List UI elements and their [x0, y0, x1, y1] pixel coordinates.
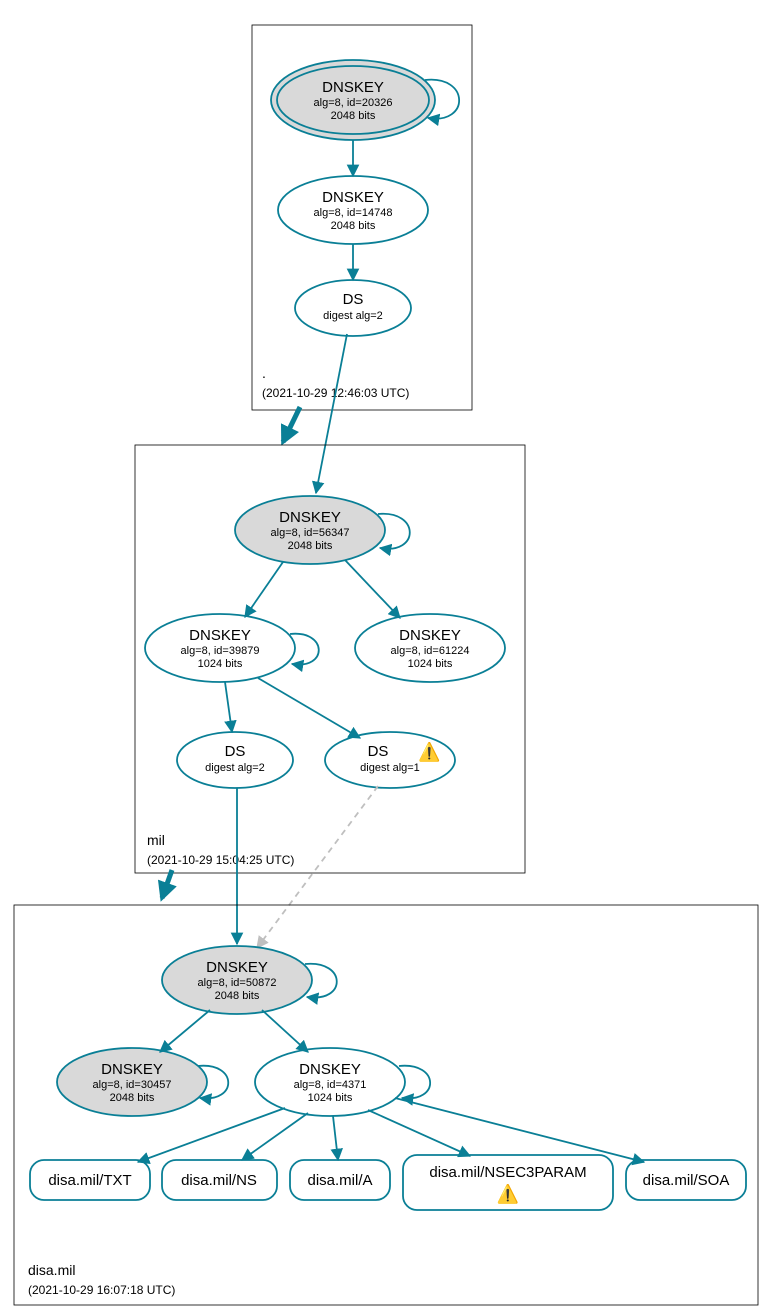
svg-text:DNSKEY: DNSKEY — [322, 79, 384, 96]
node-root-ksk: DNSKEY alg=8, id=20326 2048 bits — [271, 60, 435, 140]
svg-text:1024 bits: 1024 bits — [308, 1092, 353, 1104]
svg-text:DNSKEY: DNSKEY — [189, 627, 251, 644]
svg-text:DS: DS — [368, 743, 389, 760]
node-disa-zsk: DNSKEY alg=8, id=4371 1024 bits — [255, 1048, 405, 1116]
svg-text:DNSKEY: DNSKEY — [299, 1061, 361, 1078]
node-disa-ksk2: DNSKEY alg=8, id=30457 2048 bits — [57, 1048, 207, 1116]
edge-mil-ksk-to-zsk-a — [245, 562, 283, 617]
edge-disa-zsk-to-nsec3 — [368, 1110, 470, 1156]
svg-text:digest alg=1: digest alg=1 — [360, 762, 420, 774]
zone-disa-timestamp: (2021-10-29 16:07:18 UTC) — [28, 1283, 175, 1297]
svg-text:2048 bits: 2048 bits — [331, 220, 376, 232]
svg-text:alg=8, id=30457: alg=8, id=30457 — [93, 1079, 172, 1091]
zone-disa-name: disa.mil — [28, 1262, 75, 1278]
svg-text:DNSKEY: DNSKEY — [322, 189, 384, 206]
edge-root-to-mil-zone — [283, 407, 300, 442]
svg-text:DS: DS — [343, 291, 364, 308]
edge-mil-ksk-to-zsk-b — [345, 560, 400, 618]
edge-mil-to-disa-zone — [162, 870, 172, 898]
svg-text:disa.mil/A: disa.mil/A — [307, 1172, 372, 1189]
node-disa-ksk: DNSKEY alg=8, id=50872 2048 bits — [162, 946, 312, 1014]
node-mil-ds-a: DS digest alg=2 — [177, 732, 293, 788]
svg-text:1024 bits: 1024 bits — [198, 658, 243, 670]
edge-disa-zsk-to-a — [333, 1116, 338, 1160]
node-mil-zsk-a: DNSKEY alg=8, id=39879 1024 bits — [145, 614, 295, 682]
edge-mil-zsk-a-to-ds-a — [225, 682, 232, 732]
svg-text:DS: DS — [225, 743, 246, 760]
dnssec-chain-diagram: . (2021-10-29 12:46:03 UTC) DNSKEY alg=8… — [0, 0, 772, 1308]
svg-text:digest alg=2: digest alg=2 — [205, 762, 265, 774]
svg-text:alg=8, id=56347: alg=8, id=56347 — [271, 527, 350, 539]
edge-disa-zsk-to-txt — [138, 1108, 285, 1162]
zone-mil-timestamp: (2021-10-29 15:04:25 UTC) — [147, 853, 294, 867]
svg-text:alg=8, id=14748: alg=8, id=14748 — [314, 207, 393, 219]
svg-text:alg=8, id=4371: alg=8, id=4371 — [294, 1079, 367, 1091]
edge-disa-ksk-to-ksk2 — [160, 1010, 210, 1052]
node-mil-zsk-b: DNSKEY alg=8, id=61224 1024 bits — [355, 614, 505, 682]
svg-text:alg=8, id=50872: alg=8, id=50872 — [198, 977, 277, 989]
rrset-disa-nsec3param: disa.mil/NSEC3PARAM ⚠️ — [403, 1155, 613, 1210]
warning-icon: ⚠️ — [497, 1183, 519, 1204]
svg-text:alg=8, id=39879: alg=8, id=39879 — [181, 645, 260, 657]
svg-text:digest alg=2: digest alg=2 — [323, 310, 383, 322]
node-root-zsk: DNSKEY alg=8, id=14748 2048 bits — [278, 176, 428, 244]
svg-text:disa.mil/NS: disa.mil/NS — [181, 1172, 257, 1189]
rrset-disa-a: disa.mil/A — [290, 1160, 390, 1200]
svg-text:DNSKEY: DNSKEY — [101, 1061, 163, 1078]
rrset-disa-soa: disa.mil/SOA — [626, 1160, 746, 1200]
node-mil-ds-b: DS digest alg=1 ⚠️ — [325, 732, 455, 788]
warning-icon: ⚠️ — [418, 741, 440, 762]
edge-root-ds-to-mil-ksk — [316, 334, 347, 493]
svg-text:2048 bits: 2048 bits — [288, 540, 333, 552]
svg-text:disa.mil/NSEC3PARAM: disa.mil/NSEC3PARAM — [429, 1164, 586, 1181]
zone-mil-name: mil — [147, 832, 165, 848]
svg-text:DNSKEY: DNSKEY — [279, 509, 341, 526]
node-root-ds: DS digest alg=2 — [295, 280, 411, 336]
svg-text:DNSKEY: DNSKEY — [399, 627, 461, 644]
rrset-disa-ns: disa.mil/NS — [162, 1160, 277, 1200]
edge-disa-ksk-to-zsk — [262, 1010, 308, 1052]
svg-text:1024 bits: 1024 bits — [408, 658, 453, 670]
svg-text:disa.mil/SOA: disa.mil/SOA — [643, 1172, 730, 1189]
edge-mil-zsk-a-to-ds-b — [258, 678, 360, 738]
edge-disa-zsk-to-soa — [395, 1098, 644, 1162]
svg-text:DNSKEY: DNSKEY — [206, 959, 268, 976]
rrset-disa-txt: disa.mil/TXT — [30, 1160, 150, 1200]
svg-text:alg=8, id=61224: alg=8, id=61224 — [391, 645, 470, 657]
edge-mil-ds-b-to-disa-ksk-dashed — [257, 786, 378, 948]
svg-text:alg=8, id=20326: alg=8, id=20326 — [314, 97, 393, 109]
svg-text:2048 bits: 2048 bits — [331, 110, 376, 122]
zone-root-name: . — [262, 365, 266, 381]
node-mil-ksk: DNSKEY alg=8, id=56347 2048 bits — [235, 496, 385, 564]
svg-text:2048 bits: 2048 bits — [215, 990, 260, 1002]
svg-text:disa.mil/TXT: disa.mil/TXT — [48, 1172, 131, 1189]
svg-text:2048 bits: 2048 bits — [110, 1092, 155, 1104]
